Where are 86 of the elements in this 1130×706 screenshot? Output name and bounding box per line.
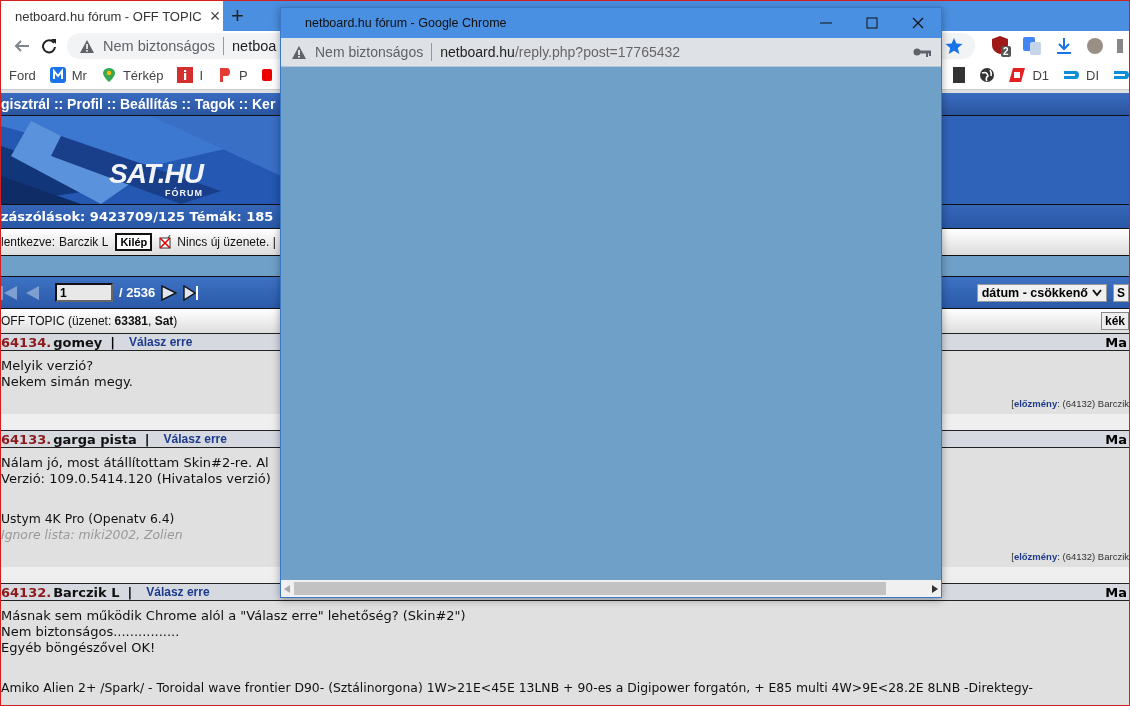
reply-link[interactable]: Válasz erre <box>146 585 210 599</box>
logo-title: SAT.HU <box>109 160 204 188</box>
warning-icon <box>291 44 307 60</box>
map-pin-icon <box>100 67 117 83</box>
post-text: Nálam jó, most átállítottam Skin#2-re. Al <box>1 455 270 471</box>
security-label: Nem biztonságos <box>103 38 216 54</box>
bookmark[interactable]: I <box>177 67 203 83</box>
next-page-icon[interactable] <box>161 284 178 301</box>
key-icon[interactable] <box>913 47 931 57</box>
translate-icon[interactable] <box>1022 36 1042 56</box>
square-logo-icon <box>1009 67 1027 83</box>
nav-links[interactable]: gisztrál :: Profil :: Beállítás :: Tagok :: Ker <box>1 96 276 112</box>
topic-title: OFF TOPIC (üzenet: 63381, Sat) <box>1 314 178 328</box>
post-number: 64133. <box>1 431 52 447</box>
video-icon[interactable] <box>261 69 272 81</box>
separator-text: | <box>144 431 150 447</box>
bookmark-star-icon[interactable] <box>945 37 963 55</box>
bookmark[interactable]: P <box>217 67 248 83</box>
bookmark[interactable]: Ford <box>9 67 36 83</box>
url-text: netboa <box>232 38 277 54</box>
post-text: Nekem simán megy. <box>1 374 134 390</box>
bookmark[interactable]: Mr <box>49 67 87 83</box>
horizontal-scrollbar[interactable] <box>281 580 941 597</box>
post-date: Ma <box>1105 334 1127 350</box>
username: Barczik L <box>59 235 109 249</box>
previous-post-reference: [előzmény: (64132) Barczik <box>1011 550 1129 564</box>
reply-link[interactable]: Válasz erre <box>163 432 227 446</box>
popup-address-bar[interactable]: Nem biztonságos netboard.hu/reply.php?post=17765432 <box>281 38 941 67</box>
warning-icon <box>79 38 95 54</box>
sort-dropdown[interactable]: dátum - csökkenő <box>976 283 1107 302</box>
popup-url: netboard.hu/reply.php?post=17765432 <box>440 44 682 60</box>
bookmark[interactable]: D1 <box>1009 67 1049 83</box>
info-icon <box>177 67 194 83</box>
bookmark[interactable]: Térkép <box>100 67 164 83</box>
p-logo-icon <box>217 67 233 83</box>
last-page-icon[interactable] <box>183 284 200 301</box>
tab-title: netboard.hu fórum - OFF TOPIC <box>15 8 202 24</box>
reload-icon[interactable] <box>41 38 57 54</box>
post-text: Nem biztonságos................ <box>1 624 181 640</box>
scroll-right-icon[interactable] <box>932 584 938 593</box>
post-author: Barczik L <box>53 584 120 600</box>
post-text: Verzió: 109.0.5414.120 (Hivatalos verzió) <box>1 471 272 487</box>
chevron-down-icon <box>1092 288 1102 297</box>
signature-text: Amiko Alien 2+ /Spark/ - Toroidal wave frontier D90- (Sztálinorgona) 1W>21E<45E 13LNB + 90-es a Digipower forgatón, + E85 multi 4W>9E<28.2E 8LNB -Direktegy- <box>1 680 1035 696</box>
post-text: Másnak sem működik Chrome alól a "Válasz erre" lehetőség? (Skin#2") <box>1 608 467 624</box>
security-label: Nem biztonságos <box>315 44 424 60</box>
login-label: lentkezve: <box>1 235 56 249</box>
close-icon <box>912 17 924 29</box>
sort-go-button[interactable]: S <box>1113 283 1129 302</box>
post-number: 64132. <box>1 584 52 600</box>
tab-close-button[interactable]: × <box>209 5 221 27</box>
separator-text: | <box>127 584 133 600</box>
globe-icon[interactable] <box>979 67 996 83</box>
post-author: garga pista <box>53 431 137 447</box>
first-page-icon[interactable] <box>1 284 17 301</box>
popup-title: netboard.hu fórum - Google Chrome <box>305 16 508 30</box>
back-icon[interactable] <box>13 38 31 54</box>
new-tab-button[interactable]: + <box>231 3 244 29</box>
signature-text: Ustym 4K Pro (Openatv 6.4) <box>1 511 176 527</box>
ignore-list-text: Ignore lista: miki2002, Zolien <box>1 527 184 543</box>
no-mail-icon <box>159 235 174 249</box>
page-total: / 2536 <box>119 285 156 300</box>
post-author: gomey <box>53 334 103 350</box>
page-number-field[interactable]: 1 <box>55 283 113 302</box>
topic-button[interactable]: kék <box>1100 312 1129 330</box>
bookmark[interactable]: DI <box>1063 67 1099 83</box>
mail-icon <box>49 67 66 83</box>
post-date: Ma <box>1105 584 1127 600</box>
download-icon[interactable] <box>1055 37 1073 55</box>
post-text: Egyéb böngészővel OK! <box>1 640 157 656</box>
stats-text: zászólások: 9423709/125 Témák: 185 <box>1 209 274 224</box>
messages-status: Nincs új üzenete. | <box>177 235 276 249</box>
browser-tab[interactable]: netboard.hu fórum - OFF TOPIC × <box>1 1 223 31</box>
post-date: Ma <box>1105 431 1127 447</box>
previous-post-reference: [előzmény: (64132) Barczik <box>1011 397 1129 411</box>
extension-badge: 2 <box>1001 45 1011 57</box>
scroll-left-icon[interactable] <box>284 584 290 593</box>
avatar-icon[interactable] <box>1086 37 1104 55</box>
maximize-icon <box>866 17 878 29</box>
reply-link[interactable]: Válasz erre <box>129 335 193 349</box>
post-text: Melyik verzió? <box>1 358 95 374</box>
logout-button[interactable]: Kilép <box>115 233 153 251</box>
separator-text: | <box>110 334 115 350</box>
post-number: 64134. <box>1 334 52 350</box>
logo-subtitle: FÓRUM <box>165 188 204 198</box>
shield-icon[interactable] <box>991 34 1009 55</box>
